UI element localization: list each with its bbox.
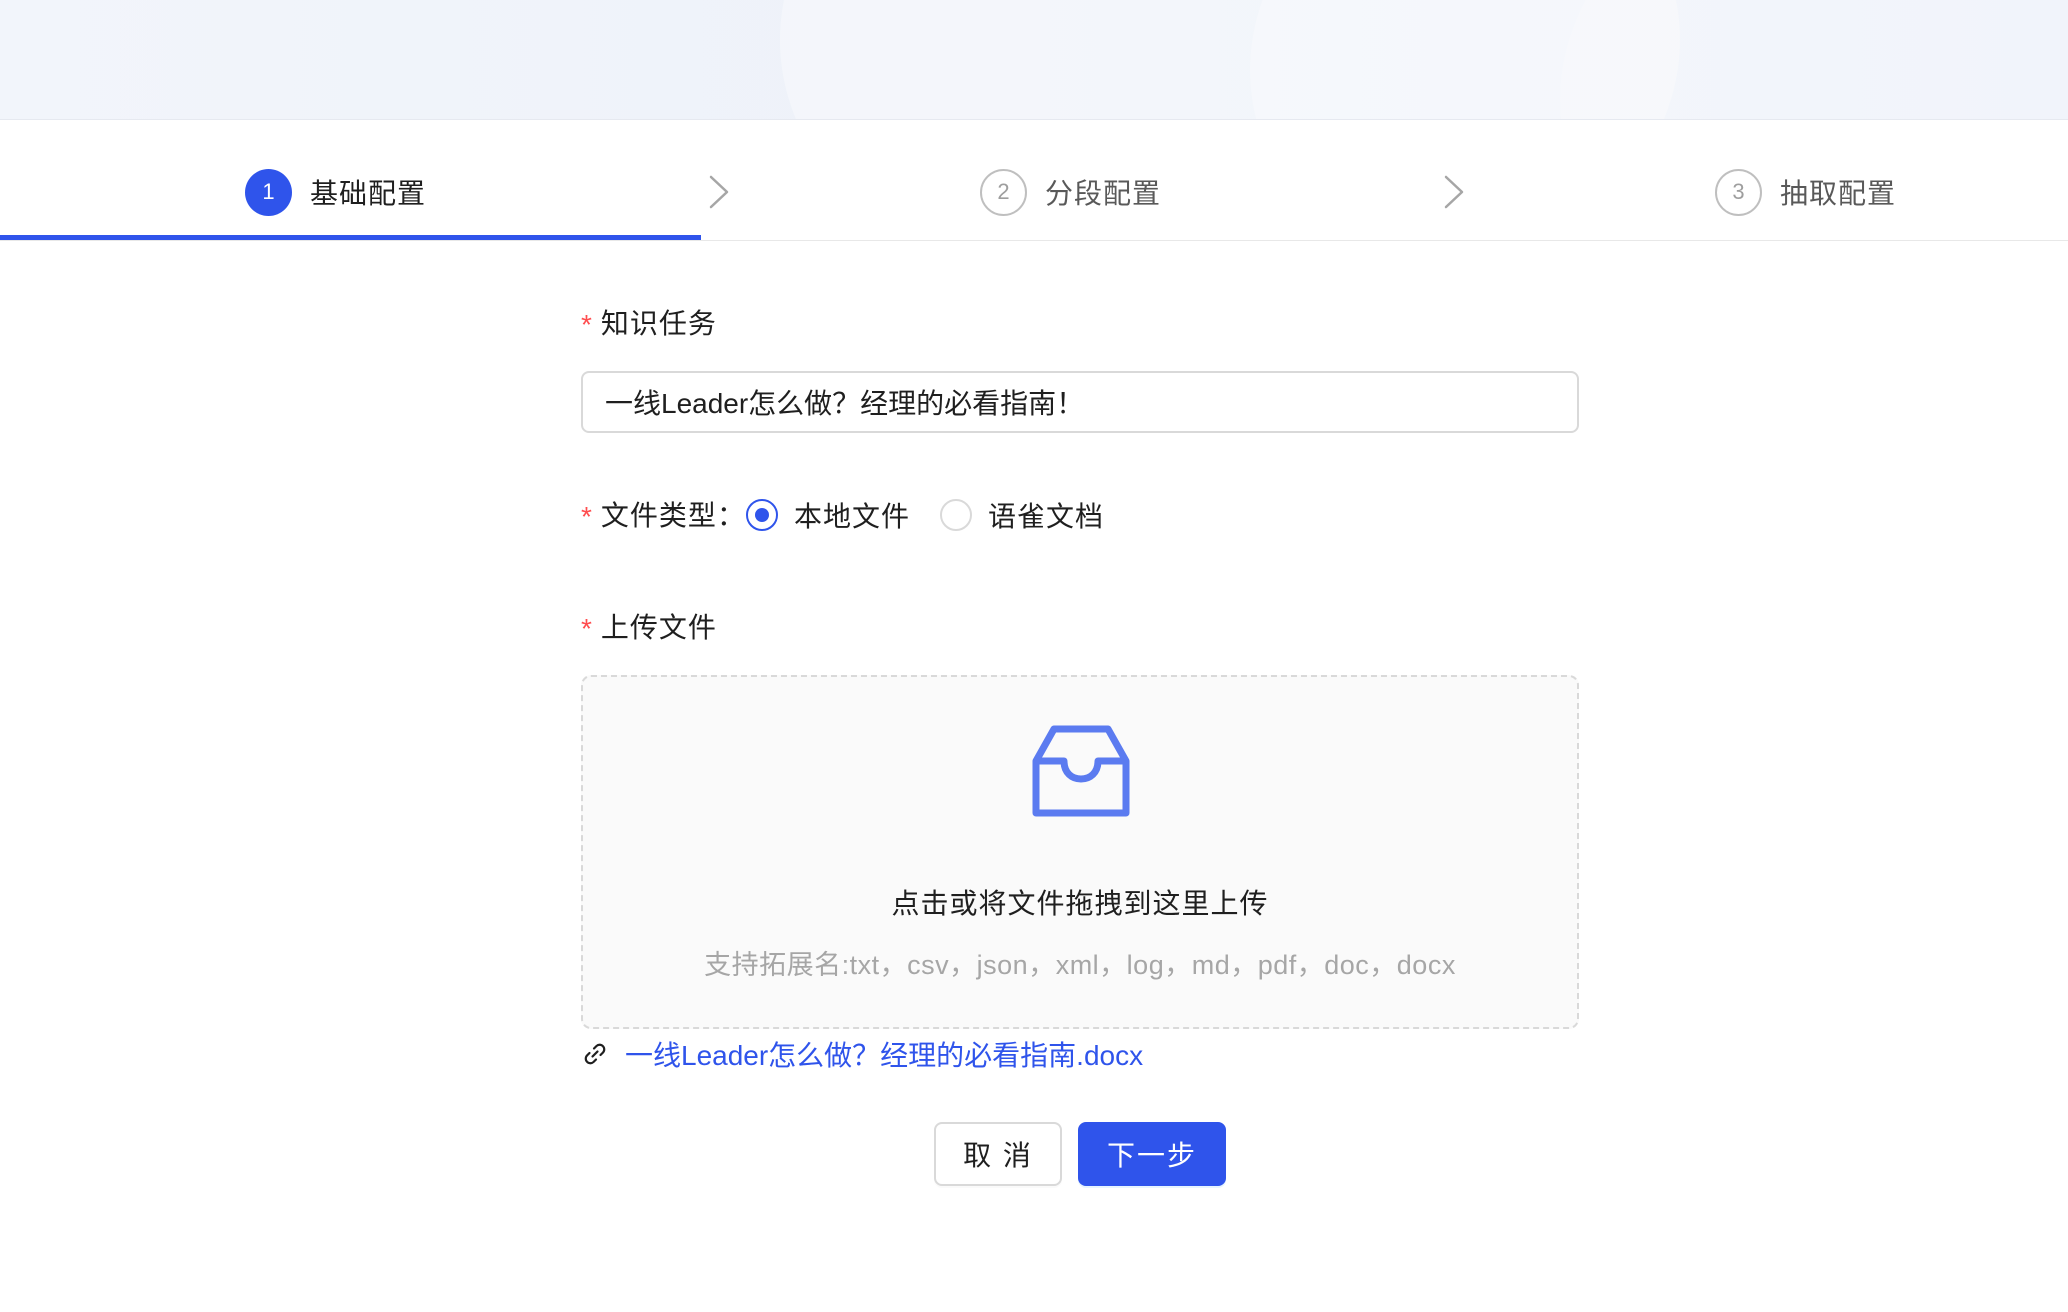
upload-label: * 上传文件 (581, 606, 717, 646)
upload-dropzone[interactable]: 点击或将文件拖拽到这里上传 支持拓展名:txt，csv，json，xml，log… (581, 675, 1579, 1029)
chevron-right-icon (1444, 175, 1464, 209)
banner-decoration (1560, 0, 2068, 119)
radio-yuque-doc[interactable]: 语雀文档 (940, 495, 1104, 535)
dropzone-title: 点击或将文件拖拽到这里上传 (891, 888, 1269, 919)
top-banner (0, 0, 2068, 120)
link-icon (584, 1043, 606, 1065)
cancel-button[interactable]: 取 消 (934, 1122, 1062, 1186)
radio-button-checked[interactable] (746, 499, 778, 531)
required-mark: * (581, 501, 593, 532)
task-field-label: * 知识任务 (581, 302, 717, 342)
required-mark: * (581, 309, 593, 340)
next-step-button[interactable]: 下一步 (1078, 1122, 1226, 1186)
chevron-right-icon (709, 175, 729, 209)
step-number: 1 (245, 168, 292, 216)
uploaded-file-item[interactable]: 一线Leader怎么做？经理的必看指南.docx (581, 1034, 1143, 1074)
radio-local-file[interactable]: 本地文件 (746, 495, 910, 535)
step-label: 分段配置 (1045, 178, 1162, 209)
upload-label-text: 上传文件 (600, 612, 717, 643)
file-type-label-text: 文件类型： (600, 500, 746, 531)
step-label: 抽取配置 (1780, 178, 1897, 209)
active-step-indicator (0, 235, 701, 240)
radio-label: 本地文件 (794, 501, 911, 532)
step-basic-config[interactable]: 1 基础配置 (245, 168, 426, 216)
task-input-value: 一线Leader怎么做？经理的必看指南！ (605, 388, 1085, 419)
task-input[interactable]: 一线Leader怎么做？经理的必看指南！ (581, 371, 1579, 433)
radio-button[interactable] (940, 499, 973, 531)
steps-bar: 1 基础配置 2 分段配置 3 抽取配置 (0, 120, 2068, 241)
uploaded-file-name[interactable]: 一线Leader怎么做？经理的必看指南.docx (625, 1034, 1143, 1074)
file-type-label: * 文件类型： (581, 494, 746, 534)
inbox-icon (1032, 725, 1130, 817)
radio-label: 语雀文档 (988, 501, 1105, 532)
task-label-text: 知识任务 (600, 308, 717, 339)
step-segment-config[interactable]: 2 分段配置 (980, 168, 1161, 216)
file-type-radio-group: 本地文件 语雀文档 (746, 496, 1134, 534)
dropzone-hint: 支持拓展名:txt，csv，json，xml，log，md，pdf，doc，do… (704, 950, 1456, 980)
required-mark: * (581, 613, 593, 644)
step-number: 3 (1715, 168, 1762, 216)
step-label: 基础配置 (310, 178, 427, 209)
step-extract-config[interactable]: 3 抽取配置 (1715, 168, 1896, 216)
step-number: 2 (980, 168, 1027, 216)
